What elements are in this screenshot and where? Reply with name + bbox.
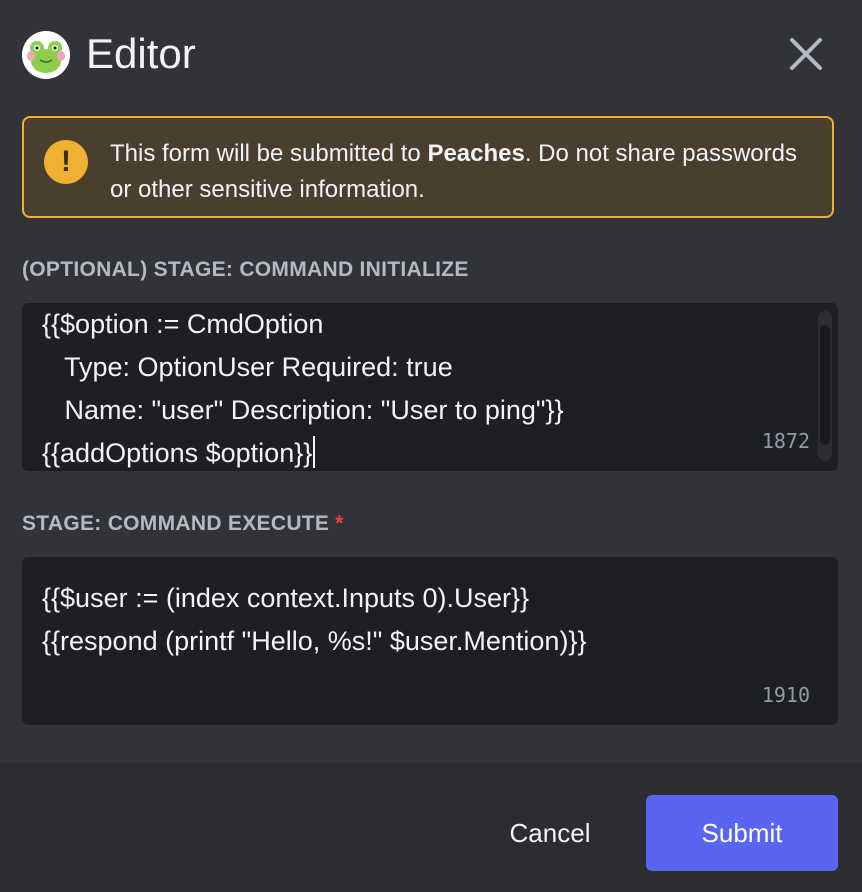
cancel-button[interactable]: Cancel <box>488 795 612 871</box>
notice-text: This form will be submitted to Peaches. … <box>110 136 810 208</box>
modal-footer: Cancel Submit <box>0 763 862 892</box>
field-label-execute: STAGE: COMMAND EXECUTE * <box>22 512 344 536</box>
code-line: {{respond (printf "Hello, %s!" $user.Men… <box>42 626 587 656</box>
code-line: Name: "user" Description: "User to ping"… <box>42 395 564 425</box>
notice-text-before: This form will be submitted to <box>110 140 428 167</box>
code-line-with-caret: {{addOptions $option}} <box>42 432 316 475</box>
character-count: 1910 <box>761 683 810 707</box>
code-line: {{$user := (index context.Inputs 0).User… <box>42 583 530 613</box>
field-label-text: STAGE: COMMAND EXECUTE <box>22 512 330 535</box>
text-caret <box>313 436 316 468</box>
modal-title: Editor <box>86 30 196 77</box>
field-label-initialize: (OPTIONAL) STAGE: COMMAND INITIALIZE <box>22 258 469 282</box>
warning-notice: ! This form will be submitted to Peaches… <box>22 116 834 218</box>
execute-code-input[interactable]: {{$user := (index context.Inputs 0).User… <box>22 557 838 725</box>
exclamation-icon: ! <box>44 140 88 184</box>
notice-app-name: Peaches <box>427 140 525 167</box>
required-marker: * <box>335 512 344 535</box>
frog-avatar-icon <box>22 31 70 79</box>
initialize-code-input[interactable]: {{$option := CmdOption Type: OptionUser … <box>22 303 838 471</box>
modal-header: Editor <box>0 0 862 110</box>
scrollbar-track[interactable] <box>818 311 832 461</box>
code-line: Type: OptionUser Required: true <box>42 352 453 382</box>
code-line: {{$option := CmdOption <box>42 309 324 339</box>
character-count: 1872 <box>761 429 810 453</box>
code-line: {{addOptions $option}} <box>42 438 313 468</box>
close-icon[interactable] <box>782 30 830 78</box>
field-label-text: (OPTIONAL) STAGE: COMMAND INITIALIZE <box>22 258 469 281</box>
scrollbar-thumb[interactable] <box>820 325 830 445</box>
submit-button[interactable]: Submit <box>646 795 838 871</box>
